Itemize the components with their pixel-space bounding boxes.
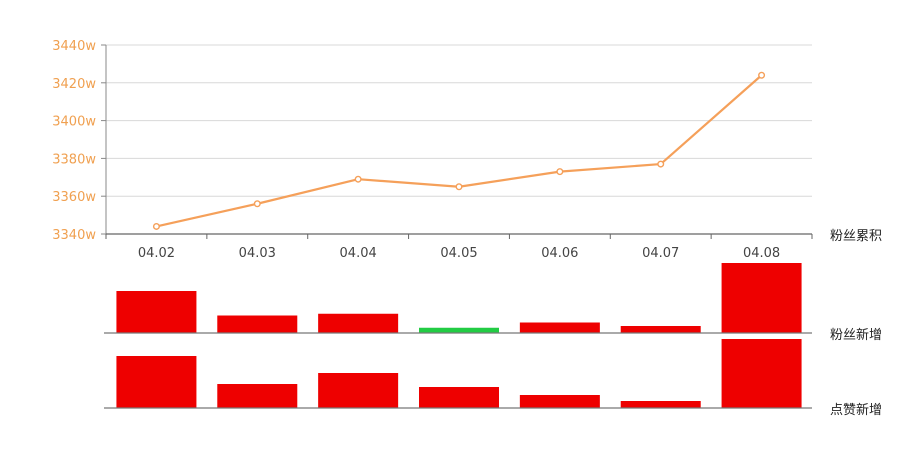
bar [419,327,499,333]
series-line-fans-total [156,74,763,228]
y-tick-label: 3440w [52,39,96,54]
y-tick-unit: w [85,77,96,92]
y-tick-unit: w [85,115,96,130]
x-tick-label: 04.08 [743,246,780,261]
x-tick-label: 04.05 [440,246,477,261]
chart-root: 3340w 3360w 3380w 3400w 3420w 3440w 04.02 04.03… [0,0,917,455]
y-tick-unit: w [85,190,96,205]
y-tick-label: 3380w [52,152,96,167]
bar [620,401,701,408]
chart-canvas: 3340w 3360w 3380w 3400w 3420w 3440w 04.02 04.03… [52,39,882,418]
data-point [657,160,665,168]
y-tick-label: 3400w [52,115,96,130]
y-tick-unit: w [85,152,96,167]
bar [116,291,197,333]
bar [620,326,701,333]
y-tick-label: 3420w [52,77,96,92]
x-tick-label: 04.06 [541,246,578,261]
y-tick-label: 3360w [52,190,96,205]
bar [116,356,197,408]
bar [217,384,298,408]
bar [318,313,399,333]
bar [419,387,499,408]
bar [318,373,399,408]
x-tick-label: 04.04 [340,246,377,261]
bar [721,339,802,408]
data-point [758,71,766,79]
data-point [354,175,362,183]
y-tick-unit: w [85,228,96,243]
row-label-fans-total: 粉丝累积 [830,229,882,244]
row-label-2: 点赞新增 [830,402,882,418]
x-tick-label: 04.02 [138,246,175,261]
data-point [455,183,463,191]
x-tick-label: 04.03 [239,246,276,261]
bar [519,395,600,408]
row-label-1: 粉丝新增 [830,327,882,343]
bar [721,263,802,333]
bar [217,315,298,333]
bar [519,322,600,333]
data-point [152,222,160,230]
y-tick-unit: w [85,39,96,54]
y-tick-label: 3340w [52,228,96,243]
data-point [556,168,564,176]
x-tick-label: 04.07 [642,246,679,261]
data-point [253,200,261,208]
